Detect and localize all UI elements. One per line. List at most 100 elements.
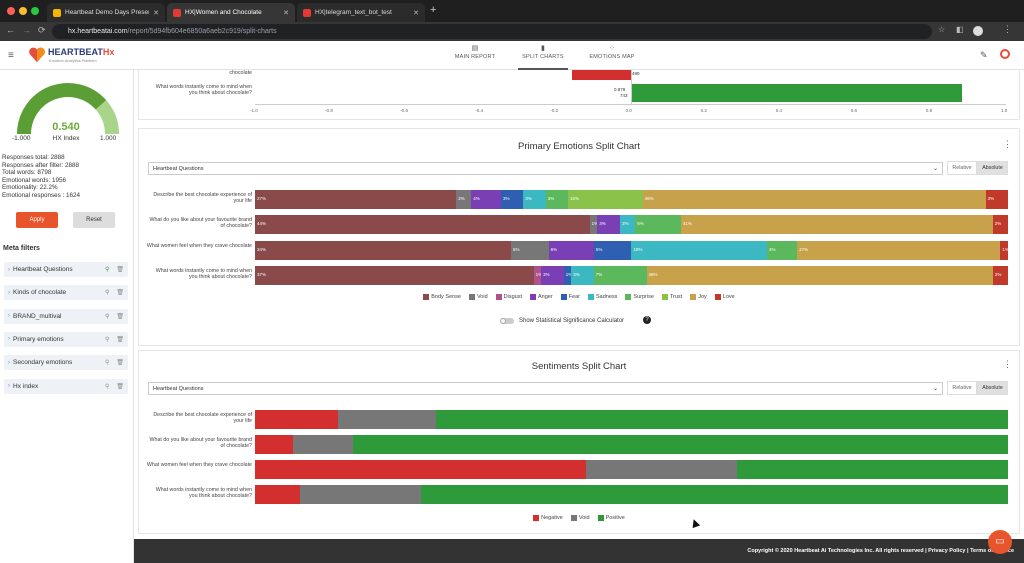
tab-close-icon[interactable]: ✕ <box>413 9 419 17</box>
significance-label: Show Statistical Significance Calculator <box>519 318 625 324</box>
bar-segment: 1% <box>589 215 598 235</box>
nav-split-charts[interactable]: ▮ SPLIT CHARTS <box>518 44 568 70</box>
pin-icon[interactable]: ⚲ <box>105 266 109 273</box>
pin-icon[interactable]: ⚲ <box>105 313 109 320</box>
pin-icon[interactable]: ⚲ <box>105 359 109 366</box>
apply-button[interactable]: Apply <box>16 212 58 228</box>
pin-icon[interactable]: ⚲ <box>105 383 109 390</box>
segment-label: 18% <box>633 246 643 252</box>
legend-swatch <box>495 294 502 300</box>
stat-line: Responses after filter: 2888 <box>2 161 80 169</box>
primary-emotions-title: Primary Emotions Split Chart <box>518 141 640 152</box>
legend-item[interactable]: Void <box>468 294 488 300</box>
legend-item[interactable]: Body Sense <box>423 294 461 300</box>
sentiments-title: Sentiments Split Chart <box>531 361 627 372</box>
legend-item[interactable]: Disgust <box>495 294 522 300</box>
legend-label: Negative <box>541 515 563 521</box>
extension-icon[interactable]: ◧ <box>956 25 964 34</box>
stat-line: Responses total: 2888 <box>2 154 65 161</box>
bar-segment <box>255 460 587 479</box>
nav-label: MAIN REPORT <box>454 54 496 60</box>
footer: Copyright © 2020 Heartbeat Ai Technologi… <box>134 539 1024 563</box>
trash-icon[interactable]: 🗑 <box>116 289 124 296</box>
legend-swatch <box>588 294 594 300</box>
trash-icon[interactable]: 🗑 <box>116 266 124 273</box>
segment-label: 2% <box>622 221 629 227</box>
legend-item[interactable]: Trust <box>661 294 682 300</box>
forward-icon[interactable]: → <box>22 25 31 35</box>
tab-close-icon[interactable]: ✕ <box>153 9 159 17</box>
chevron-down-icon: ⌄ <box>932 166 938 172</box>
absolute-toggle[interactable]: Absolute <box>977 381 1008 395</box>
trash-icon[interactable]: 🗑 <box>116 359 124 366</box>
legend-swatch <box>597 515 604 521</box>
hamburger-icon[interactable]: ≡ <box>8 50 14 61</box>
nav-main-report[interactable]: ▤ MAIN REPORT <box>452 44 498 70</box>
legend-item[interactable]: Fear <box>560 294 580 300</box>
legend-swatch <box>690 294 697 300</box>
legend-item[interactable]: Positive <box>597 515 625 521</box>
browser-tab[interactable]: Heartbeat Demo Days Present ✕ <box>47 3 165 22</box>
back-icon[interactable]: ← <box>6 25 15 35</box>
question-dropdown[interactable]: Heartbeat Questions ⌄ <box>148 162 943 175</box>
trash-icon[interactable]: 🗑 <box>116 383 124 390</box>
meta-filter-item[interactable]: › Kinds of chocolate ⚲ 🗑 <box>4 285 128 301</box>
legend-swatch <box>625 294 632 300</box>
significance-toggle[interactable] <box>500 318 514 324</box>
meta-filter-label: Hx index <box>13 382 39 390</box>
gauge-max: 1.000 <box>100 135 117 142</box>
settings-wrench-icon[interactable]: ✎ <box>980 50 988 61</box>
star-icon[interactable]: ☆ <box>938 25 945 34</box>
url-field[interactable]: hx.heartbeatai.com/report/5d94fb604e6850… <box>52 24 932 39</box>
legend-item[interactable]: Sadness <box>588 294 617 300</box>
bar-segment: 3% <box>571 265 594 285</box>
meta-filter-item[interactable]: › Heartbeat Questions ⚲ 🗑 <box>4 262 128 277</box>
legend-item[interactable]: Void <box>570 515 590 521</box>
chat-icon[interactable]: ▭ <box>988 530 1012 554</box>
legend-label: Void <box>476 294 488 300</box>
user-icon[interactable] <box>1000 49 1010 59</box>
bar-segment: 3% <box>597 215 621 235</box>
legend-item[interactable]: Joy <box>690 294 707 300</box>
meta-filter-item[interactable]: › Secondary emotions ⚲ 🗑 <box>4 355 128 371</box>
nav-emotions-map[interactable]: ⁘ EMOTIONS MAP <box>586 44 638 70</box>
tab-close-icon[interactable]: ✕ <box>283 9 289 17</box>
question-label: What women feel when they crave chocolat… <box>146 242 252 249</box>
relative-toggle[interactable]: Relative <box>947 161 977 175</box>
top-chart-bar-positive <box>631 84 962 102</box>
browser-tab[interactable]: HX|Women and Chocolate ✕ <box>167 3 295 22</box>
meta-filter-item[interactable]: › Hx index ⚲ 🗑 <box>4 378 128 394</box>
segment-label: 6% <box>550 246 558 252</box>
question-dropdown[interactable]: Heartbeat Questions ⌄ <box>148 382 943 395</box>
sentiments-legend: Negative Void Positive <box>138 515 1020 521</box>
legend-item[interactable]: Love <box>714 294 735 300</box>
browser-tab[interactable]: HX|telegram_text_bot_test ✕ <box>297 3 425 22</box>
trash-icon[interactable]: 🗑 <box>116 336 124 343</box>
reset-button[interactable]: Reset <box>73 212 115 228</box>
meta-filter-item[interactable]: › Primary emotions ⚲ 🗑 <box>4 331 128 347</box>
nav-label: SPLIT CHARTS <box>522 54 564 60</box>
panel-menu-icon[interactable]: ⋮ <box>1003 359 1012 370</box>
absolute-toggle[interactable]: Absolute <box>977 161 1008 175</box>
maximize-window-icon[interactable] <box>31 7 39 15</box>
segment-label: 3% <box>547 196 555 201</box>
relative-toggle[interactable]: Relative <box>947 381 977 395</box>
new-tab-icon[interactable]: + <box>430 4 436 16</box>
menu-icon[interactable]: ⋮ <box>1003 24 1012 35</box>
bar-segment <box>255 435 293 454</box>
help-icon[interactable]: ? <box>643 316 651 324</box>
legend-item[interactable]: Negative <box>533 515 563 521</box>
minimize-window-icon[interactable] <box>19 7 27 15</box>
legend-item[interactable]: Surprise <box>625 294 654 300</box>
reload-icon[interactable]: ⟳ <box>38 25 46 36</box>
trash-icon[interactable]: 🗑 <box>116 313 124 320</box>
pin-icon[interactable]: ⚲ <box>105 336 109 343</box>
panel-menu-icon[interactable]: ⋮ <box>1003 139 1012 150</box>
segment-label: 3% <box>503 196 510 201</box>
meta-filter-item[interactable]: › BRAND_multival ⚲ 🗑 <box>4 308 128 324</box>
segment-label: 37% <box>257 271 267 277</box>
legend-item[interactable]: Anger <box>530 294 553 300</box>
close-window-icon[interactable] <box>7 7 15 15</box>
pin-icon[interactable]: ⚲ <box>105 289 109 296</box>
profile-avatar[interactable] <box>973 26 983 36</box>
